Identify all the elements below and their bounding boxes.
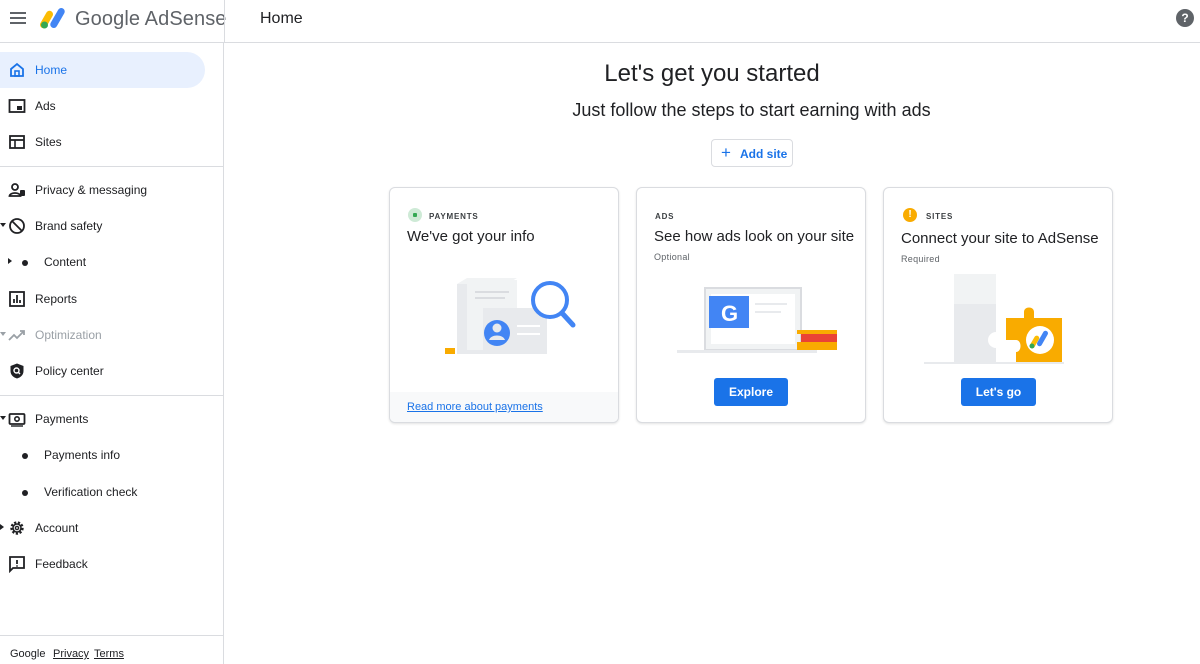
status-dot xyxy=(408,208,422,222)
help-icon[interactable]: ? xyxy=(1176,9,1194,27)
sidebar-item-policy-center[interactable]: Policy center xyxy=(0,353,223,389)
menu-icon[interactable] xyxy=(8,9,28,29)
svg-text:G: G xyxy=(721,301,738,326)
sidebar-item-label: Ads xyxy=(35,99,56,113)
sidebar-item-sites[interactable]: Sites xyxy=(0,124,223,160)
card-tag: ADS xyxy=(655,212,675,221)
sidebar-item-label: Content xyxy=(44,255,87,269)
sidebar-footer: Google Privacy Terms xyxy=(0,635,223,664)
sidebar-item-label: Sites xyxy=(35,135,62,149)
privacy-icon xyxy=(8,183,25,197)
sidebar-item-label: Feedback xyxy=(35,557,88,571)
card-title: See how ads look on your site xyxy=(654,228,855,245)
sidebar-item-label: Reports xyxy=(35,292,78,306)
ads-card: ADS See how ads look on your site Option… xyxy=(636,187,866,423)
sidebar-divider xyxy=(0,166,223,167)
sidebar-item-optimization[interactable]: Optimization xyxy=(0,317,223,353)
card-tag: SITES xyxy=(926,212,954,221)
sidebar-item-label: Payments xyxy=(35,412,89,426)
caret-right-icon[interactable] xyxy=(0,524,4,530)
payments-icon xyxy=(8,413,26,427)
reports-icon xyxy=(9,291,25,307)
sidebar: Home Ads Sites Privacy & messaging Brand… xyxy=(0,43,224,664)
sidebar-item-feedback[interactable]: Feedback xyxy=(0,546,223,582)
sidebar-item-label: Brand safety xyxy=(35,219,103,233)
block-icon xyxy=(9,218,25,234)
sidebar-item-label: Privacy & messaging xyxy=(35,183,148,197)
sites-icon xyxy=(9,135,25,149)
puzzle-illustration-icon xyxy=(924,274,1064,364)
payments-card: PAYMENTS We've got your info Read more a… xyxy=(389,187,619,423)
sidebar-item-ads[interactable]: Ads xyxy=(0,88,223,124)
brand-google: Google xyxy=(75,8,141,30)
dot-icon xyxy=(22,260,28,266)
page-title: Home xyxy=(260,10,303,27)
sidebar-item-label: Optimization xyxy=(35,328,102,342)
add-site-label: Add site xyxy=(740,147,788,161)
payments-illustration-icon xyxy=(445,278,576,354)
check-icon xyxy=(413,213,417,217)
explore-button[interactable]: Explore xyxy=(714,378,788,406)
sites-card: ! SITES Connect your site to AdSense Req… xyxy=(883,187,1113,423)
footer-privacy-link[interactable]: Privacy xyxy=(53,648,89,660)
caret-down-icon[interactable] xyxy=(0,223,6,227)
caret-right-icon[interactable] xyxy=(8,258,12,264)
card-title: Connect your site to AdSense xyxy=(901,230,1099,247)
add-site-button[interactable]: + Add site xyxy=(711,139,793,167)
sidebar-item-account[interactable]: Account xyxy=(0,510,223,546)
caret-down-icon[interactable] xyxy=(0,416,6,420)
caret-down-icon[interactable] xyxy=(0,332,6,336)
sidebar-item-brand-safety[interactable]: Brand safety xyxy=(0,208,223,244)
card-note: Required xyxy=(901,254,940,264)
sidebar-item-reports[interactable]: Reports xyxy=(0,281,223,317)
sidebar-item-payments[interactable]: Payments xyxy=(0,401,223,437)
sidebar-item-label: Account xyxy=(35,521,79,535)
brand-name: Google AdSense xyxy=(75,8,227,31)
hero-subtitle: Just follow the steps to start earning w… xyxy=(572,100,931,120)
warning-icon: ! xyxy=(903,208,917,222)
dot-icon xyxy=(22,490,28,496)
trending-icon xyxy=(8,330,25,341)
card-note: Optional xyxy=(654,252,690,262)
sidebar-item-home[interactable]: Home xyxy=(0,52,205,88)
shield-icon xyxy=(10,363,24,379)
sidebar-item-privacy[interactable]: Privacy & messaging xyxy=(0,172,223,208)
plus-icon: + xyxy=(721,143,731,162)
ads-icon xyxy=(8,99,26,113)
adsense-logo-icon xyxy=(40,8,65,29)
card-title: We've got your info xyxy=(407,228,535,245)
header-divider xyxy=(224,0,225,43)
card-footer: Read more about payments xyxy=(390,392,618,422)
gear-icon xyxy=(10,521,24,535)
home-icon xyxy=(10,62,24,77)
footer-google: Google xyxy=(10,648,46,660)
sidebar-item-label: Verification check xyxy=(44,485,138,499)
sidebar-item-verification-check[interactable]: Verification check xyxy=(0,474,223,510)
lets-go-button[interactable]: Let's go xyxy=(961,378,1036,406)
sidebar-item-content[interactable]: Content xyxy=(0,244,223,280)
top-bar: Google AdSense Home ? xyxy=(0,0,1200,43)
laptop-illustration-icon: G xyxy=(677,287,837,353)
footer-terms-link[interactable]: Terms xyxy=(94,648,124,660)
feedback-icon xyxy=(9,556,25,573)
card-tag: PAYMENTS xyxy=(429,212,479,221)
sidebar-item-label: Policy center xyxy=(35,364,104,378)
sidebar-divider xyxy=(0,395,223,396)
hero-title: Let's get you started xyxy=(604,60,820,87)
dot-icon xyxy=(22,453,28,459)
read-more-payments-link[interactable]: Read more about payments xyxy=(407,401,543,413)
sidebar-item-payments-info[interactable]: Payments info xyxy=(0,437,223,473)
brand-product: AdSense xyxy=(144,8,227,30)
sidebar-item-label: Home xyxy=(35,63,68,77)
sidebar-item-label: Payments info xyxy=(44,448,121,462)
